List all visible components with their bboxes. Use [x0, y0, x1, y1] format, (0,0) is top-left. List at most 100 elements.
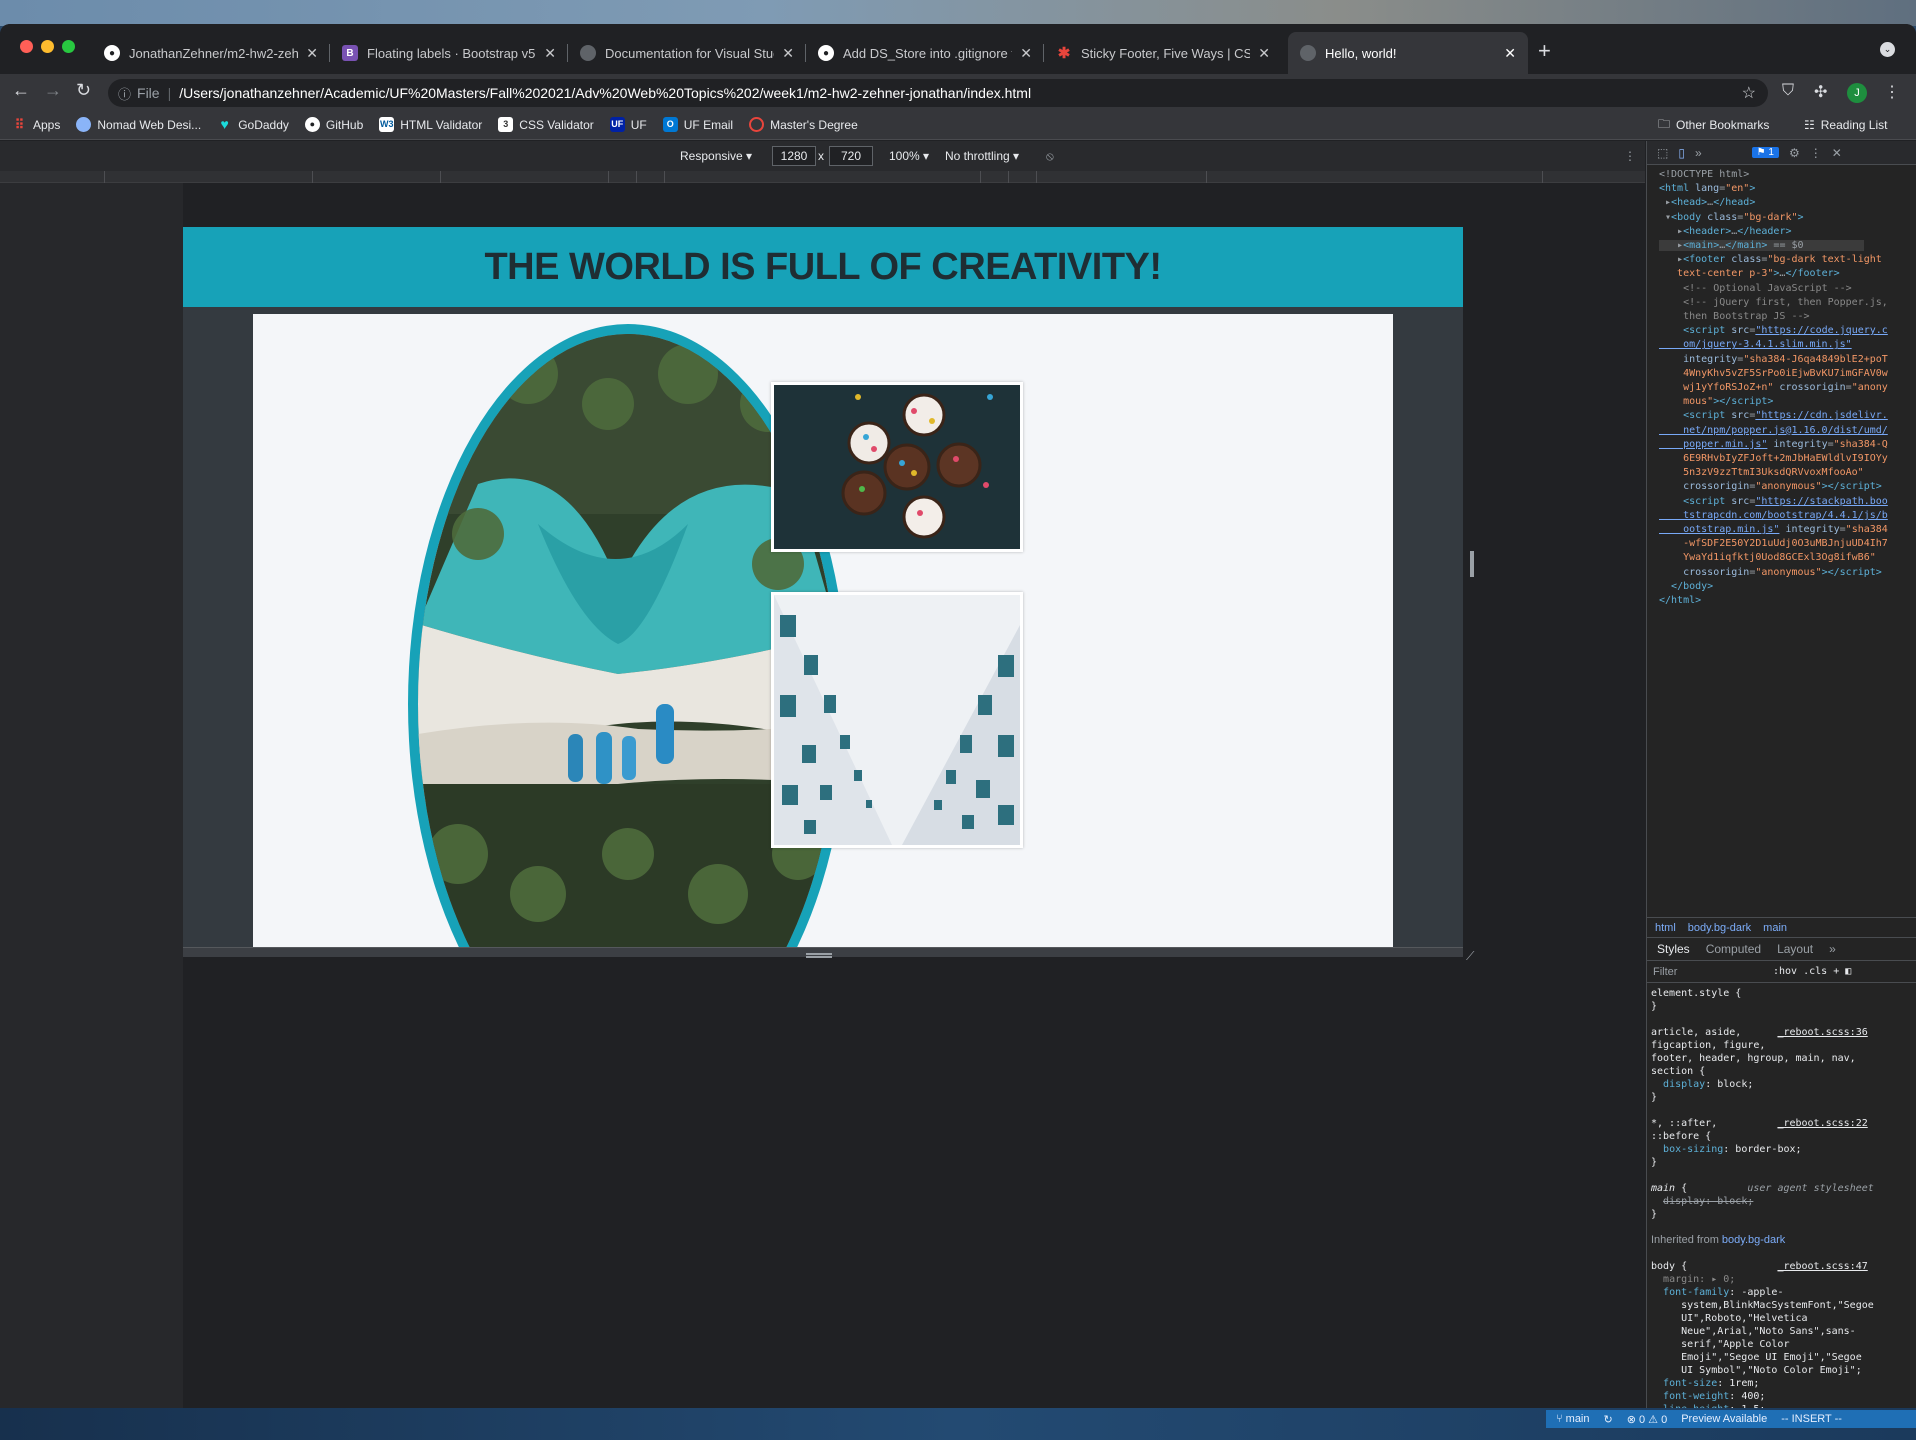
throttling-dropdown[interactable]: No throttling ▾: [945, 149, 1019, 163]
page-heading: THE WORLD IS FULL OF CREATIVITY!: [484, 245, 1162, 288]
dom-breadcrumbs: html body.bg-dark main: [1647, 917, 1916, 937]
extensions-puzzle-icon[interactable]: ✣: [1814, 82, 1827, 102]
styles-filter-input[interactable]: Filter :hov .cls + ◧: [1647, 961, 1916, 983]
bootstrap-icon: B: [342, 45, 358, 61]
device-more-icon[interactable]: ⋮: [1624, 149, 1636, 163]
github-icon: ●: [104, 45, 120, 61]
tab-title: Floating labels · Bootstrap v5.1: [367, 45, 537, 61]
css-icon: 3: [498, 117, 514, 132]
tab-ds-store[interactable]: ● Add DS_Store into .gitignore for all ✕: [806, 32, 1044, 74]
devtools-panel: ⬚ ▯ » ⚑ 1 ⚙ ⋮ ✕ <!DOCTYPE html> <html la…: [1646, 141, 1916, 1410]
cupcakes-photo: [774, 385, 1020, 549]
folder-icon: 🗀: [1658, 116, 1671, 131]
elements-tree[interactable]: <!DOCTYPE html> <html lang="en"> ▸<head>…: [1647, 165, 1916, 910]
apps-grid-icon: ⠿: [14, 117, 25, 132]
tab-vscode-docs[interactable]: Documentation for Visual Studio Code ✕: [568, 32, 806, 74]
forward-arrow-icon[interactable]: →: [44, 80, 62, 101]
browser-menu-icon[interactable]: ⋮: [1884, 82, 1900, 102]
bookmark-apps[interactable]: ⠿ Apps: [12, 117, 61, 132]
browser-toolbar: ← → ↻ ⓘ File | /Users/jonathanzehner/Aca…: [0, 74, 1916, 110]
minimize-window-button[interactable]: [41, 40, 54, 53]
globe-icon: [580, 45, 596, 61]
breadcrumb-main[interactable]: main: [1763, 922, 1787, 934]
reading-list-button[interactable]: ☷ Reading List: [1804, 110, 1887, 140]
bookmark-html-validator[interactable]: W3 HTML Validator: [379, 117, 482, 132]
close-tab-icon[interactable]: ✕: [782, 45, 794, 62]
godaddy-icon: ♥: [220, 116, 229, 132]
tab-computed[interactable]: Computed: [1706, 942, 1761, 956]
breadcrumb-html[interactable]: html: [1655, 922, 1676, 934]
devtools-settings-icon[interactable]: ⚙: [1789, 146, 1800, 160]
resize-handle-corner[interactable]: ⟋: [1466, 949, 1480, 963]
tab-strip: ● JonathanZehner/m2-hw2-zehner-jonathan …: [0, 24, 1916, 74]
tab-more[interactable]: »: [1829, 942, 1836, 956]
reading-list-icon: ☷: [1804, 118, 1815, 132]
info-icon[interactable]: ⓘ: [118, 84, 131, 103]
page-header: THE WORLD IS FULL OF CREATIVITY!: [183, 227, 1463, 307]
preview-indicator[interactable]: Preview Available: [1681, 1413, 1767, 1425]
media-query-ruler[interactable]: [0, 171, 1645, 183]
sync-icon[interactable]: ↻: [1604, 1413, 1613, 1426]
close-tab-icon[interactable]: ✕: [1504, 45, 1516, 62]
close-tab-icon[interactable]: ✕: [544, 45, 556, 62]
reload-icon[interactable]: ↻: [76, 80, 91, 101]
url-text[interactable]: /Users/jonathanzehner/Academic/UF%20Mast…: [179, 85, 1031, 101]
close-tab-icon[interactable]: ✕: [306, 45, 318, 62]
tab-title: JonathanZehner/m2-hw2-zehner-jonathan: [129, 45, 299, 61]
close-window-button[interactable]: [20, 40, 33, 53]
close-tab-icon[interactable]: ✕: [1020, 45, 1032, 62]
tab-hello-world-active[interactable]: Hello, world! ✕: [1288, 32, 1528, 74]
breadcrumb-body[interactable]: body.bg-dark: [1688, 922, 1751, 934]
hov-toggle[interactable]: :hov: [1773, 966, 1797, 977]
bookmark-star-icon[interactable]: ☆: [1742, 83, 1756, 103]
new-rule-icon[interactable]: +: [1833, 966, 1839, 977]
close-devtools-icon[interactable]: ✕: [1832, 146, 1842, 160]
tab-github-repo[interactable]: ● JonathanZehner/m2-hw2-zehner-jonathan …: [92, 32, 330, 74]
pocket-icon[interactable]: ⛉: [1782, 82, 1794, 100]
inspect-element-icon[interactable]: ⬚: [1657, 146, 1668, 160]
bookmark-github[interactable]: ● GitHub: [304, 117, 363, 132]
devtools-toolbar: ⬚ ▯ » ⚑ 1 ⚙ ⋮ ✕: [1647, 141, 1916, 165]
zoom-dropdown[interactable]: 100% ▾: [889, 149, 929, 163]
close-tab-icon[interactable]: ✕: [1258, 45, 1270, 62]
url-scheme-label: File: [137, 85, 160, 101]
bookmark-godaddy[interactable]: ♥ GoDaddy: [217, 117, 289, 132]
vim-mode-indicator: -- INSERT --: [1781, 1413, 1842, 1425]
bookmark-css-validator[interactable]: 3 CSS Validator: [498, 117, 594, 132]
problems-indicator[interactable]: ⊗ 0 ⚠ 0: [1627, 1413, 1667, 1426]
devtools-menu-icon[interactable]: ⋮: [1810, 146, 1822, 160]
circle-icon: [749, 117, 765, 132]
profile-avatar[interactable]: J: [1847, 83, 1867, 103]
resize-handle-right[interactable]: [1470, 551, 1474, 577]
resize-handle-bottom[interactable]: [806, 953, 832, 958]
branch-indicator[interactable]: ⑂ main: [1556, 1413, 1590, 1425]
tab-title: Sticky Footer, Five Ways | CSS-Tricks: [1081, 45, 1251, 61]
address-bar[interactable]: ⓘ File | /Users/jonathanzehner/Academic/…: [108, 79, 1768, 107]
bookmark-uf[interactable]: UF UF: [609, 117, 647, 132]
bookmark-nomad[interactable]: Nomad Web Desi...: [76, 117, 201, 132]
rotate-icon[interactable]: ⦸: [1046, 149, 1054, 164]
bookmarks-bar: ⠿ Apps Nomad Web Desi... ♥ GoDaddy ● GitHub…: [0, 110, 1916, 140]
zoom-window-button[interactable]: [62, 40, 75, 53]
tab-title: Add DS_Store into .gitignore for all: [843, 45, 1012, 61]
bookmark-masters-degree[interactable]: Master's Degree: [749, 117, 858, 132]
viewport-height-input[interactable]: 720: [829, 146, 873, 166]
tab-css-tricks[interactable]: ✱ Sticky Footer, Five Ways | CSS-Tricks …: [1044, 32, 1282, 74]
styles-pane[interactable]: element.style { } article, aside, _reboo…: [1647, 983, 1916, 1410]
w3c-icon: W3: [379, 117, 395, 132]
new-tab-icon[interactable]: +: [1538, 38, 1551, 64]
viewport-width-input[interactable]: 1280: [772, 146, 816, 166]
cls-toggle[interactable]: .cls: [1803, 966, 1827, 977]
tab-styles[interactable]: Styles: [1657, 942, 1690, 956]
github-icon: ●: [818, 45, 834, 61]
issues-badge[interactable]: ⚑ 1: [1751, 147, 1779, 158]
other-bookmarks-folder[interactable]: 🗀 Other Bookmarks: [1658, 110, 1769, 140]
more-panels-icon[interactable]: »: [1695, 146, 1702, 160]
tab-search-icon[interactable]: ⌄: [1880, 42, 1895, 57]
tab-bootstrap[interactable]: B Floating labels · Bootstrap v5.1 ✕: [330, 32, 568, 74]
device-toggle-icon[interactable]: ▯: [1678, 146, 1685, 160]
device-mode-dropdown[interactable]: Responsive ▾: [680, 149, 752, 163]
bookmark-uf-email[interactable]: O UF Email: [662, 117, 733, 132]
tab-layout[interactable]: Layout: [1777, 942, 1813, 956]
back-arrow-icon[interactable]: ←: [12, 80, 30, 101]
